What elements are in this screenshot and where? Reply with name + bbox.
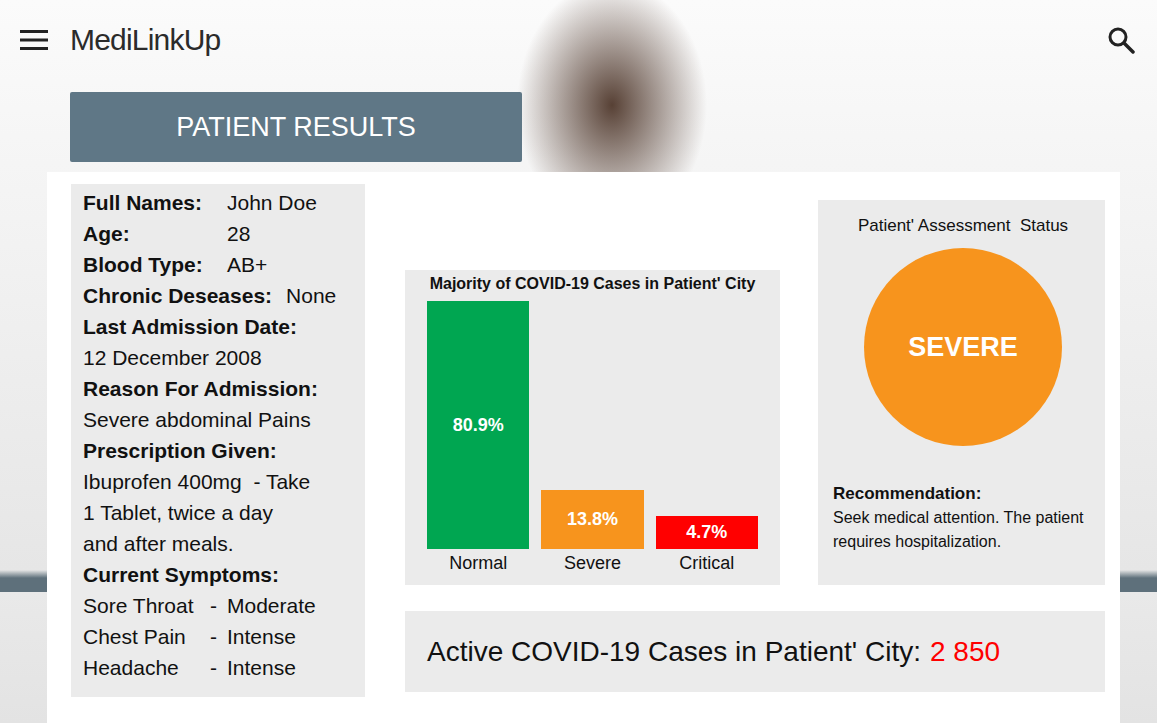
chart-bar[interactable]: 13.8%	[541, 490, 643, 549]
symptom-severity: Intense	[227, 652, 296, 683]
field-label: Chronic Deseases:	[83, 280, 272, 311]
symptom-row: Headache-Intense	[83, 652, 355, 683]
cases-chart: Majority of COVID-19 Cases in Patient' C…	[405, 270, 780, 585]
field-value: AB+	[227, 249, 267, 280]
patient-field: Age:28	[83, 218, 355, 249]
field-label: Blood Type:	[83, 249, 227, 280]
field-label: Last Admission Date:	[83, 311, 355, 342]
symptom-severity: Moderate	[227, 590, 316, 621]
status-badge: SEVERE	[864, 248, 1062, 446]
results-card: Full Names:John DoeAge:28Blood Type:AB+C…	[47, 172, 1120, 723]
symptom-row: Sore Throat-Moderate	[83, 590, 355, 621]
page-title: PATIENT RESULTS	[70, 92, 522, 162]
stats-region: Majority of COVID-19 Cases in Patient' C…	[405, 184, 1105, 723]
field-value: 12 December 2008	[83, 342, 355, 373]
field-value: Severe abdominal Pains	[83, 404, 355, 435]
stats-row: Majority of COVID-19 Cases in Patient' C…	[405, 200, 1105, 585]
chart-title: Majority of COVID-19 Cases in Patient' C…	[427, 274, 758, 294]
prescription-line: and after meals.	[83, 528, 355, 559]
symptom-name: Sore Throat	[83, 590, 210, 621]
status-text: SEVERE	[908, 332, 1018, 363]
prescription-line: Ibuprofen 400mg - Take	[83, 466, 355, 497]
patient-field: Chronic Deseases: None	[83, 280, 355, 311]
symptoms: Current Symptoms:Sore Throat-ModerateChe…	[83, 559, 355, 683]
bar-value: 4.7%	[686, 522, 727, 543]
active-cases-label: Active COVID-19 Cases in Patient' City:	[427, 636, 921, 668]
brand-logo[interactable]: MediLinkUp	[70, 23, 220, 57]
bar-value: 80.9%	[453, 415, 504, 436]
app-header: MediLinkUp	[0, 0, 1157, 80]
patient-info-panel: Full Names:John DoeAge:28Blood Type:AB+C…	[71, 184, 365, 697]
menu-icon[interactable]	[20, 29, 48, 51]
bar-value: 13.8%	[567, 509, 618, 530]
symptom-severity: Intense	[227, 621, 296, 652]
active-cases-count: 2 850	[930, 636, 1000, 668]
recommendation-label: Recommendation:	[833, 482, 1093, 506]
field-value: 28	[227, 218, 250, 249]
chart-bars: 80.9% Normal 13.8% Severe 4.7% Critical	[427, 300, 758, 585]
chart-bar[interactable]: 80.9%	[427, 301, 529, 549]
assessment-panel: Patient' Assessment Status SEVERE Recommen…	[818, 200, 1105, 585]
bar-category: Normal	[427, 551, 529, 575]
patient-field: Blood Type:AB+	[83, 249, 355, 280]
recommendation: Recommendation:Seek medical attention. T…	[833, 482, 1093, 554]
assessment-title: Patient' Assessment Status	[858, 214, 1068, 238]
symptom-separator: -	[210, 590, 227, 621]
symptom-separator: -	[210, 621, 227, 652]
patient-field: Last Admission Date:12 December 2008	[83, 311, 355, 373]
patient-field: Full Names:John Doe	[83, 187, 355, 218]
chart-bar[interactable]: 4.7%	[656, 516, 758, 549]
recommendation-text: Seek medical attention. The patient requ…	[833, 506, 1093, 554]
symptom-row: Chest Pain-Intense	[83, 621, 355, 652]
bar-column: 80.9% Normal	[427, 301, 529, 585]
bar-column: 13.8% Severe	[541, 490, 643, 585]
field-value: None	[286, 280, 336, 311]
patient-field: Reason For Admission:Severe abdominal Pa…	[83, 373, 355, 435]
field-label: Full Names:	[83, 187, 227, 218]
prescription-label: Prescription Given:	[83, 435, 355, 466]
bar-category: Severe	[541, 551, 643, 575]
prescription: Prescription Given:Ibuprofen 400mg - Tak…	[83, 435, 355, 559]
field-label: Reason For Admission:	[83, 373, 355, 404]
field-label: Age:	[83, 218, 227, 249]
active-cases: Active COVID-19 Cases in Patient' City: 2…	[405, 611, 1105, 692]
bar-column: 4.7% Critical	[656, 516, 758, 585]
prescription-line: 1 Tablet, twice a day	[83, 497, 355, 528]
field-value: John Doe	[227, 187, 317, 218]
symptoms-label: Current Symptoms:	[83, 559, 355, 590]
symptom-separator: -	[210, 652, 227, 683]
symptom-name: Chest Pain	[83, 621, 210, 652]
symptom-name: Headache	[83, 652, 210, 683]
search-icon[interactable]	[1107, 26, 1135, 54]
bar-category: Critical	[656, 551, 758, 575]
